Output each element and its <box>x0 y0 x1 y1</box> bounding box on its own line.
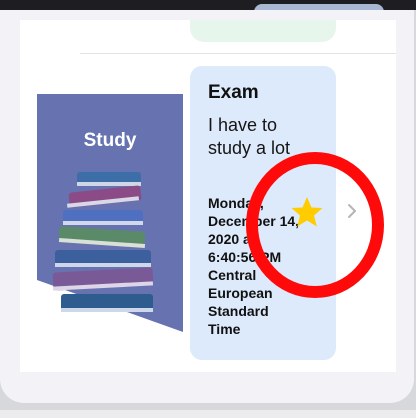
status-bar <box>0 0 416 20</box>
message-list: Study Exam I have to study a lot Monday,… <box>20 20 396 372</box>
star-icon[interactable] <box>290 195 324 229</box>
message-body: I have to study a lot <box>208 115 291 158</box>
sheet: Study Exam I have to study a lot Monday,… <box>0 10 414 403</box>
study-thumbnail[interactable]: Study <box>37 94 183 340</box>
previous-message-bubble[interactable] <box>190 20 336 42</box>
home-area <box>0 410 416 418</box>
chevron-right-icon[interactable] <box>346 202 358 220</box>
message-title: Exam <box>208 82 259 103</box>
thumbnail-label: Study <box>84 130 137 151</box>
divider <box>80 53 396 54</box>
message-bubble[interactable]: Exam I have to study a lot Monday, Decem… <box>190 66 356 360</box>
